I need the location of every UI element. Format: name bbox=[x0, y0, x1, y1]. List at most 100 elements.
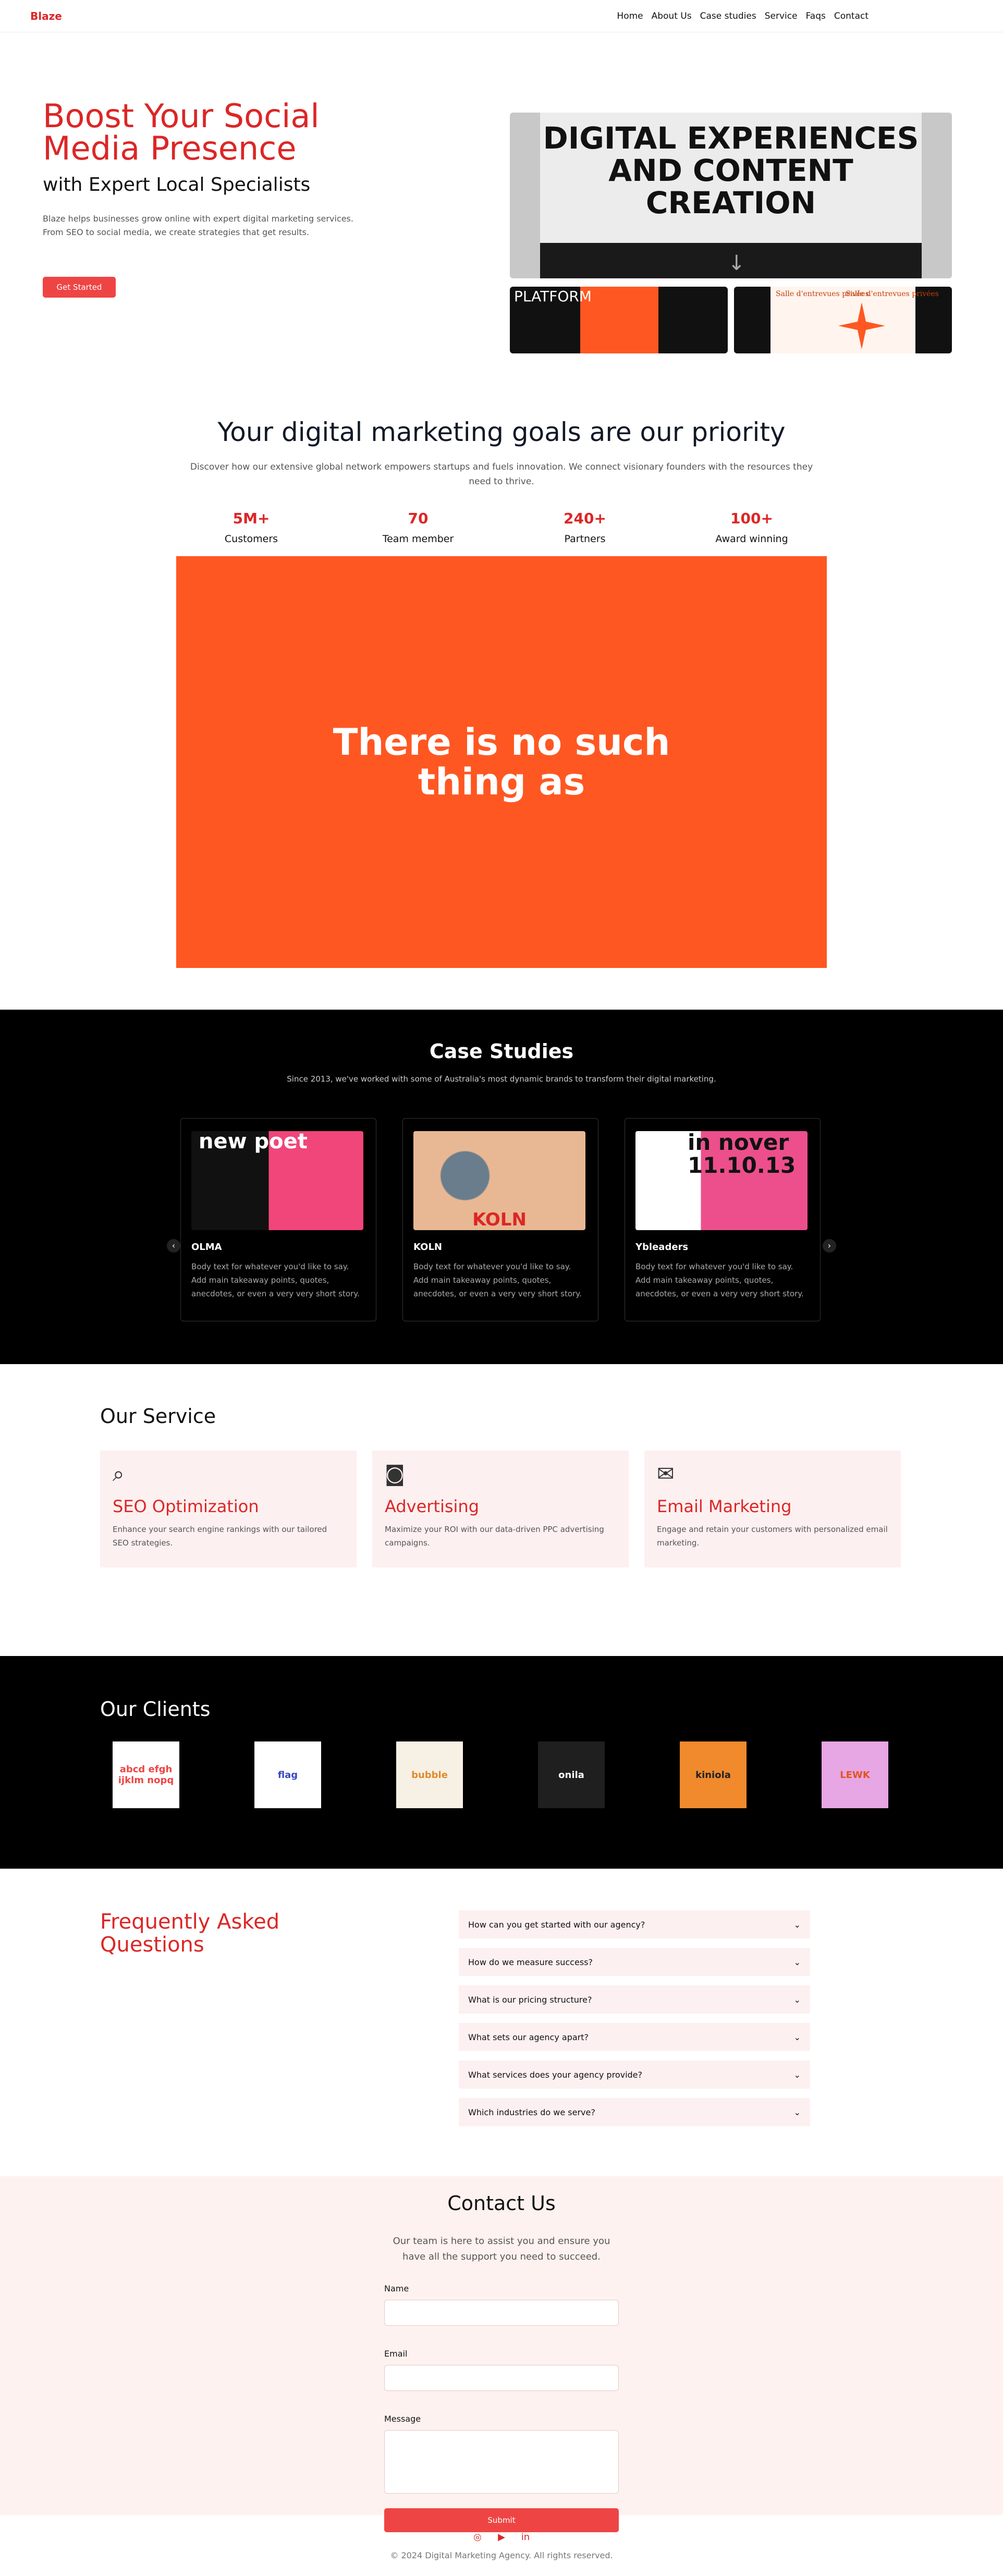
thumbnail-platform[interactable]: PLATFORM bbox=[510, 287, 728, 353]
carousel-prev-button[interactable]: ‹ bbox=[167, 1239, 180, 1253]
service-section: Our Service ⌕ SEO Optimization Enhance y… bbox=[0, 1364, 1003, 1609]
nav-link-about[interactable]: About Us bbox=[652, 11, 692, 21]
brand-logo[interactable]: Blaze bbox=[30, 10, 62, 22]
faq-item[interactable]: Which industries do we serve? ⌄ bbox=[459, 2098, 810, 2126]
stat-value: 240+ bbox=[564, 510, 606, 527]
stat-team: 70 Team member bbox=[335, 510, 502, 545]
client-logos: abcd efgh ijklm nopq flag bubble onila kinio… bbox=[113, 1741, 1003, 1808]
message-field[interactable] bbox=[384, 2430, 619, 2494]
clients-title: Our Clients bbox=[100, 1698, 211, 1721]
goals-description: Discover how our extensive global networ… bbox=[190, 462, 813, 487]
service-card-body: Enhance your search engine rankings with… bbox=[113, 1525, 327, 1548]
service-cards: ⌕ SEO Optimization Enhance your search e… bbox=[100, 1451, 1003, 1567]
faq-question: What services does your agency provide? bbox=[468, 2069, 643, 2080]
faq-item[interactable]: How can you get started with our agency?… bbox=[459, 1910, 810, 1939]
case-studies-section: Case Studies Since 2013, we've worked wi… bbox=[0, 1010, 1003, 1364]
client-logo: flag bbox=[254, 1741, 321, 1808]
service-card-advertising[interactable]: ◙ Advertising Maximize your ROI with our… bbox=[372, 1451, 629, 1567]
hero-media: DIGITAL EXPERIENCES AND CONTENT CREATION… bbox=[510, 113, 952, 353]
client-logo-text: bubble bbox=[411, 1769, 448, 1781]
top-nav: Blaze Home About Us Case studies Service… bbox=[0, 0, 1003, 32]
mail-icon: ✉ bbox=[657, 1462, 675, 1486]
contact-title: Contact Us bbox=[447, 2192, 556, 2215]
client-logo: bubble bbox=[396, 1741, 463, 1808]
client-logo-text: LEWK bbox=[840, 1769, 870, 1781]
service-card-title: Email Marketing bbox=[657, 1496, 792, 1516]
service-card-title: SEO Optimization bbox=[113, 1496, 259, 1516]
get-started-button[interactable]: Get Started bbox=[43, 277, 116, 298]
thumbnail-salle[interactable]: Salle d'entrevues privées Salle d'entrev… bbox=[734, 287, 952, 353]
stat-label: Customers bbox=[224, 533, 278, 545]
case-studies-title: Case Studies bbox=[429, 1040, 574, 1063]
contact-section: Contact Us Our team is here to assist yo… bbox=[0, 2176, 1003, 2532]
submit-button[interactable]: Submit bbox=[384, 2508, 619, 2532]
hero-section: Boost Your Social Media Presence with Ex… bbox=[0, 32, 1003, 353]
chevron-down-icon: ⌄ bbox=[793, 1994, 801, 2005]
thumbnail-orange-block bbox=[580, 287, 658, 353]
case-body: Body text for whatever you'd like to say… bbox=[191, 1262, 360, 1298]
case-image-text: KOLN bbox=[472, 1209, 527, 1230]
faq-title: Frequently Asked Questions bbox=[100, 1910, 280, 1957]
stat-label: Award winning bbox=[715, 533, 788, 545]
contact-form: Name Email Message Submit bbox=[384, 2284, 619, 2532]
stat-label: Partners bbox=[564, 533, 606, 545]
contact-description: Our team is here to assist you and ensur… bbox=[393, 2236, 610, 2262]
arrow-down-icon: ↓ bbox=[728, 251, 745, 275]
case-image: in nover 11.10.13 bbox=[635, 1131, 808, 1230]
case-image: KOLN bbox=[413, 1131, 585, 1230]
case-title: OLMA bbox=[191, 1242, 222, 1253]
nav-link-faqs[interactable]: Faqs bbox=[806, 11, 826, 21]
search-icon: ⌕ bbox=[113, 1462, 125, 1486]
faq-section: Frequently Asked Questions How can you g… bbox=[0, 1869, 1003, 2176]
chevron-down-icon: ⌄ bbox=[793, 1957, 801, 1967]
stat-partners: 240+ Partners bbox=[502, 510, 668, 545]
carousel-next-button[interactable]: › bbox=[823, 1239, 836, 1253]
email-label: Email bbox=[384, 2349, 408, 2359]
chevron-down-icon: ⌄ bbox=[793, 2032, 801, 2042]
faq-item[interactable]: What sets our agency apart? ⌄ bbox=[459, 2023, 810, 2051]
stat-value: 100+ bbox=[730, 510, 773, 527]
nav-link-case-studies[interactable]: Case studies bbox=[700, 11, 756, 21]
email-field[interactable] bbox=[384, 2365, 619, 2391]
instagram-icon[interactable]: ◎ bbox=[471, 2531, 484, 2543]
video-poster-text: DIGITAL EXPERIENCES AND CONTENT CREATION bbox=[543, 120, 919, 220]
client-logo-text: flag bbox=[277, 1769, 298, 1781]
faq-item[interactable]: What services does your agency provide? ⌄ bbox=[459, 2060, 810, 2089]
chevron-down-icon: ⌄ bbox=[793, 2069, 801, 2080]
service-card-email[interactable]: ✉ Email Marketing Engage and retain your… bbox=[644, 1451, 901, 1567]
hero-thumbnails: PLATFORM Salle d'entrevues privées Salle… bbox=[510, 287, 952, 353]
case-cards: new poet OLMA Body text for whatever you… bbox=[180, 1118, 821, 1321]
clients-section: Our Clients abcd efgh ijklm nopq flag bubb… bbox=[0, 1656, 1003, 1869]
thumbnail-label: PLATFORM bbox=[514, 288, 592, 305]
faq-question: Which industries do we serve? bbox=[468, 2107, 595, 2117]
name-label: Name bbox=[384, 2284, 409, 2293]
name-field[interactable] bbox=[384, 2300, 619, 2326]
case-card-ybleaders[interactable]: in nover 11.10.13 Ybleaders Body text fo… bbox=[625, 1118, 821, 1321]
youtube-icon[interactable]: ▶ bbox=[495, 2531, 508, 2543]
stat-customers: 5M+ Customers bbox=[168, 510, 335, 545]
linkedin-icon[interactable]: in bbox=[519, 2531, 532, 2543]
hero-video[interactable]: DIGITAL EXPERIENCES AND CONTENT CREATION… bbox=[510, 113, 952, 278]
instagram-icon: ◙ bbox=[385, 1462, 405, 1486]
nav-link-service[interactable]: Service bbox=[765, 11, 798, 21]
faq-item[interactable]: How do we measure success? ⌄ bbox=[459, 1948, 810, 1976]
client-logo: kiniola bbox=[680, 1741, 747, 1808]
message-label: Message bbox=[384, 2414, 421, 2424]
stat-label: Team member bbox=[382, 533, 454, 545]
case-title: Ybleaders bbox=[635, 1242, 689, 1253]
case-body: Body text for whatever you'd like to say… bbox=[635, 1262, 804, 1298]
service-card-body: Engage and retain your customers with pe… bbox=[657, 1525, 888, 1548]
nav-link-home[interactable]: Home bbox=[617, 11, 643, 21]
hero-description: Blaze helps businesses grow online with … bbox=[43, 214, 353, 237]
star-shape-icon bbox=[838, 302, 885, 349]
service-card-seo[interactable]: ⌕ SEO Optimization Enhance your search e… bbox=[100, 1451, 357, 1567]
copyright: © 2024 Digital Marketing Agency. All rig… bbox=[390, 2550, 613, 2560]
goals-title: Your digital marketing goals are our pri… bbox=[217, 417, 786, 447]
nav-link-contact[interactable]: Contact bbox=[834, 11, 869, 21]
hero-copy: Boost Your Social Media Presence with Ex… bbox=[43, 100, 418, 298]
case-image: new poet bbox=[191, 1131, 363, 1230]
case-card-koln[interactable]: KOLN KOLN Body text for whatever you'd l… bbox=[402, 1118, 598, 1321]
case-card-olma[interactable]: new poet OLMA Body text for whatever you… bbox=[180, 1118, 376, 1321]
faq-item[interactable]: What is our pricing structure? ⌄ bbox=[459, 1985, 810, 2014]
thumbnail-label-2: Salle d'entrevues privées bbox=[846, 290, 939, 298]
